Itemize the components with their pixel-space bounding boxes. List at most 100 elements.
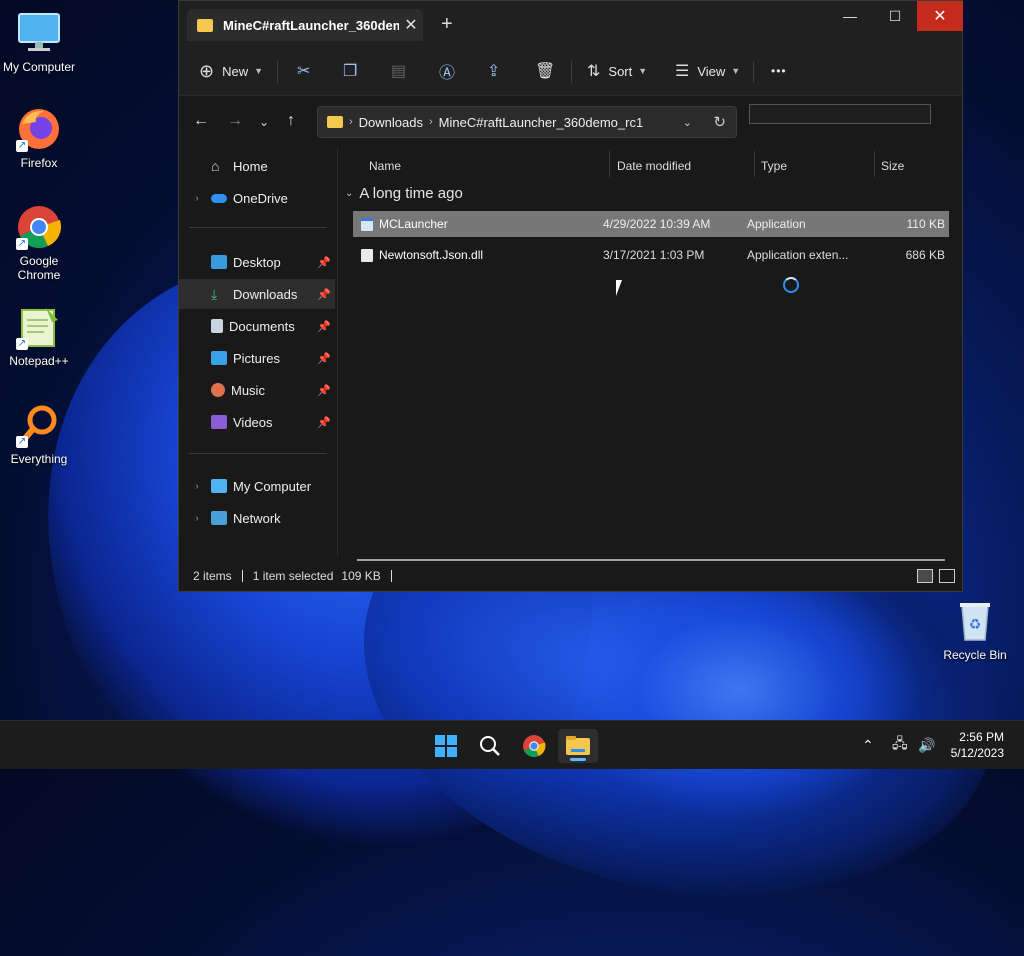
command-bar: ⊕ New ▼ ✂ ❐ ▤ Ⓐ ⇪ 🗑 ⇅ Sort ▼ ☰ View ▼ ••… (179, 47, 962, 96)
volume-icon[interactable]: 🔊 (918, 721, 935, 769)
scissors-icon: ✂ (297, 63, 311, 80)
file-type: Application exten... (747, 248, 849, 262)
address-bar[interactable]: › Downloads › MineC#raftLauncher_360demo… (317, 106, 737, 138)
file-explorer-window: MineC#raftLauncher_360dem ✕ + — ☐ ✕ ⊕ Ne… (178, 0, 963, 592)
search-button[interactable] (470, 729, 510, 763)
up-arrow-icon[interactable]: ↑ (287, 112, 295, 130)
nav-item-label: My Computer (233, 478, 312, 494)
nav-item-documents[interactable]: Documents 📌 (179, 311, 335, 341)
desktop-icon-my-computer[interactable]: My Computer (0, 10, 78, 74)
wallpaper-swirl (560, 560, 920, 820)
close-button[interactable]: ✕ (917, 1, 963, 31)
home-icon: ⌂ (211, 158, 220, 174)
nav-item-home[interactable]: ⌂ Home (179, 151, 335, 181)
chevron-down-icon: ⌄ (345, 188, 354, 199)
details-view-icon[interactable] (917, 569, 933, 583)
nav-item-network[interactable]: › Network (179, 503, 335, 533)
clipboard-icon: ▤ (391, 63, 407, 80)
breadcrumb-downloads[interactable]: Downloads (359, 115, 423, 130)
new-button[interactable]: ⊕ New ▼ (199, 57, 263, 85)
desktop-icon-notepad-plus-plus[interactable]: ↗ Notepad++ (0, 304, 78, 368)
recent-locations-chevron-icon[interactable]: ⌄ (259, 115, 269, 129)
desktop-icon-label: Everything (10, 452, 68, 466)
desktop-icon-everything[interactable]: ↗ Everything (0, 402, 78, 466)
delete-button[interactable]: 🗑 (535, 57, 563, 85)
file-row[interactable]: Newtonsoft.Json.dll 3/17/2021 1:03 PM Ap… (353, 242, 949, 268)
desktop-icon-label: Google Chrome (17, 254, 61, 282)
column-header-name[interactable]: Name (369, 153, 401, 179)
refresh-icon[interactable]: ↻ (713, 113, 726, 131)
shortcut-arrow-icon: ↗ (16, 140, 28, 152)
dll-file-icon (361, 248, 373, 262)
column-divider[interactable] (874, 151, 875, 177)
column-header-type[interactable]: Type (761, 153, 787, 179)
clock[interactable]: 2:56 PM 5/12/2023 (951, 729, 1004, 761)
expand-chevron-icon[interactable]: › (189, 513, 205, 524)
taskbar-chrome[interactable] (514, 729, 554, 763)
share-button[interactable]: ⇪ (487, 57, 508, 85)
group-header[interactable]: ⌄ A long time ago (345, 185, 463, 202)
monitor-icon (211, 479, 227, 493)
expand-chevron-icon[interactable]: › (189, 481, 205, 492)
breadcrumb-current-folder[interactable]: MineC#raftLauncher_360demo_rc1 (439, 115, 644, 130)
toolbar-divider (571, 61, 572, 83)
nav-item-desktop[interactable]: Desktop 📌 (179, 247, 335, 277)
cut-button[interactable]: ✂ (297, 57, 318, 85)
expand-chevron-icon[interactable]: › (189, 193, 205, 204)
rename-button[interactable]: Ⓐ (439, 57, 463, 85)
desktop-icon-google-chrome[interactable]: ↗ Google Chrome (0, 204, 78, 282)
status-bar: 2 items 1 item selected 109 KB (179, 561, 962, 591)
column-header-date-modified[interactable]: Date modified (617, 153, 691, 179)
nav-item-music[interactable]: Music 📌 (179, 375, 335, 405)
view-button[interactable]: ☰ View ▼ (675, 57, 740, 85)
sort-button[interactable]: ⇅ Sort ▼ (587, 57, 647, 85)
tab-close-icon[interactable]: ✕ (399, 15, 423, 35)
nav-item-pictures[interactable]: Pictures 📌 (179, 343, 335, 373)
network-status-icon[interactable]: 🖧 (892, 721, 908, 769)
show-hidden-icons-chevron-icon[interactable]: ⌃ (862, 721, 874, 769)
group-label: A long time ago (359, 185, 463, 202)
file-row[interactable]: MCLauncher 4/29/2022 10:39 AM Applicatio… (353, 211, 949, 237)
address-dropdown-chevron-icon[interactable]: ⌄ (683, 116, 692, 129)
column-divider[interactable] (609, 151, 610, 177)
folder-icon (197, 18, 213, 32)
new-tab-button[interactable]: + (441, 13, 453, 36)
share-icon: ⇪ (487, 63, 501, 80)
pin-icon[interactable]: 📌 (317, 288, 331, 301)
more-options-button[interactable]: ••• (771, 57, 787, 85)
plus-circle-icon: ⊕ (199, 60, 215, 81)
search-input[interactable] (749, 104, 931, 124)
breadcrumb-chevron-icon: › (429, 116, 433, 128)
copy-button[interactable]: ❐ (343, 57, 365, 85)
tiles-view-icon[interactable] (939, 569, 955, 583)
maximize-button[interactable]: ☐ (872, 1, 918, 31)
desktop-icon-label: Firefox (20, 156, 58, 170)
nav-item-videos[interactable]: Videos 📌 (179, 407, 335, 437)
nav-item-my-computer[interactable]: › My Computer (179, 471, 335, 501)
minimize-button[interactable]: — (827, 1, 873, 31)
pin-icon[interactable]: 📌 (317, 384, 331, 397)
start-button[interactable] (426, 729, 466, 763)
chrome-icon (523, 735, 546, 757)
new-button-label: New (222, 63, 249, 79)
pin-icon[interactable]: 📌 (317, 320, 331, 333)
tab-minecraft-launcher[interactable]: MineC#raftLauncher_360dem ✕ (187, 9, 423, 41)
chevron-down-icon: ▼ (254, 66, 264, 76)
back-arrow-icon[interactable]: ← (193, 112, 209, 130)
column-header-size[interactable]: Size (881, 153, 904, 179)
nav-item-onedrive[interactable]: › OneDrive (179, 183, 335, 213)
pin-icon[interactable]: 📌 (317, 352, 331, 365)
forward-arrow-icon[interactable]: → (227, 112, 243, 130)
desktop-icon-firefox[interactable]: ↗ Firefox (0, 106, 78, 170)
chrome-icon: ↗ (16, 204, 62, 250)
svg-text:♻: ♻ (969, 617, 982, 633)
taskbar-file-explorer[interactable] (558, 729, 598, 763)
column-divider[interactable] (754, 151, 755, 177)
nav-item-label: Home (233, 158, 268, 174)
pin-icon[interactable]: 📌 (317, 416, 331, 429)
paste-button[interactable]: ▤ (391, 57, 414, 85)
desktop-icon-recycle-bin[interactable]: ♻ Recycle Bin (936, 598, 1014, 662)
pin-icon[interactable]: 📌 (317, 256, 331, 269)
desktop-icon-label: Notepad++ (9, 354, 69, 368)
nav-item-downloads[interactable]: ⤓ Downloads 📌 (179, 279, 335, 309)
